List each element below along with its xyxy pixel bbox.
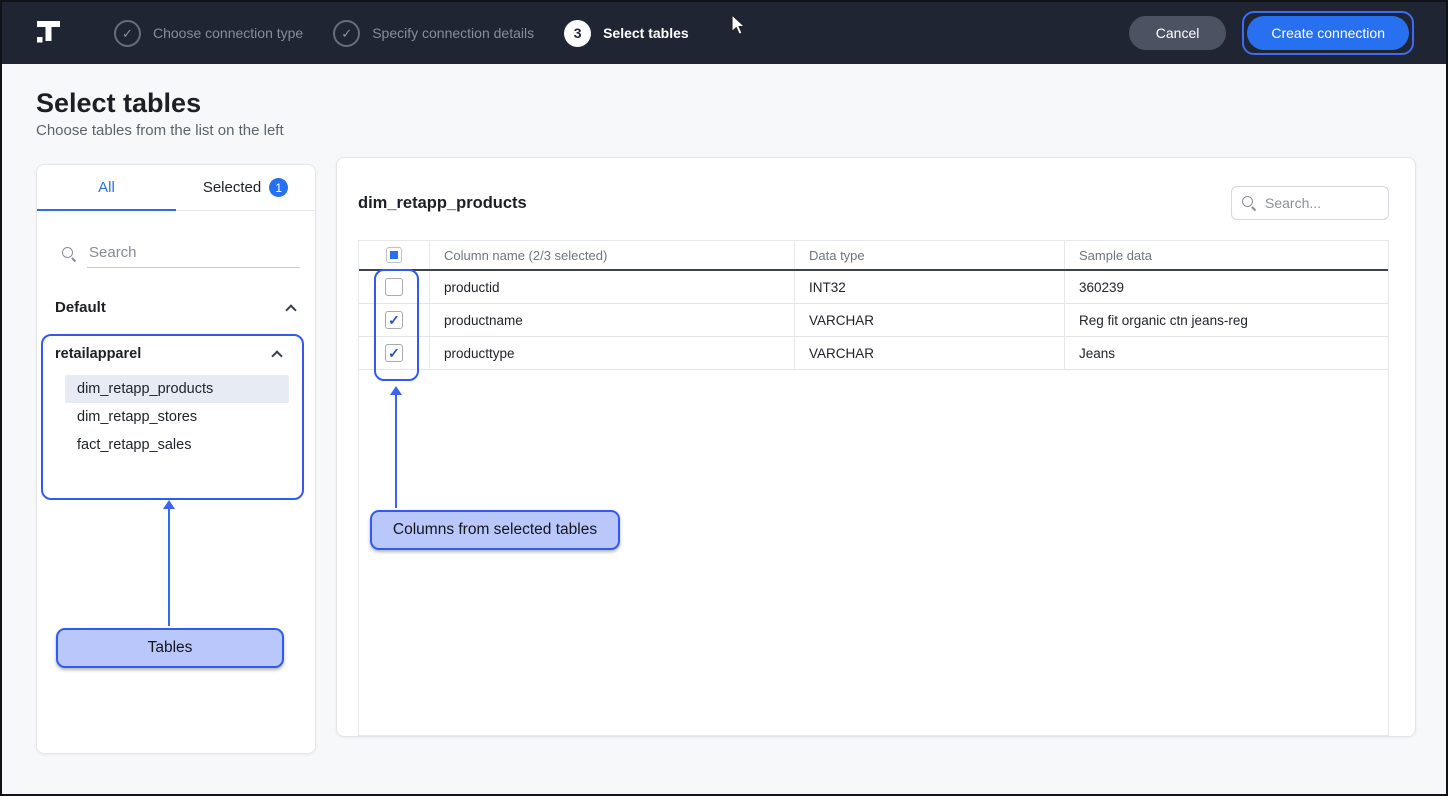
tab-selected-label: Selected: [203, 179, 261, 196]
table-item-fact-retapp-sales[interactable]: fact_retapp_sales: [65, 431, 289, 459]
check-icon: [341, 25, 352, 42]
step-choose-connection-type[interactable]: Choose connection type: [114, 20, 303, 47]
step-1-circle: [114, 20, 141, 47]
step-2-circle: [333, 20, 360, 47]
select-all-checkbox[interactable]: [386, 247, 402, 263]
row-checkbox-cell: [359, 337, 429, 369]
page-subtitle: Choose tables from the list on the left: [36, 122, 284, 139]
columns-panel: dim_retapp_products Column name (2/3 sel…: [336, 157, 1416, 737]
chevron-up-icon: [271, 350, 282, 361]
tables-callout: Tables: [56, 628, 284, 668]
annotation-arrow-head: [390, 386, 402, 395]
columns-search-input[interactable]: [1265, 195, 1378, 211]
sample-data-cell: Reg fit organic ctn jeans-reg: [1064, 304, 1388, 336]
page-title: Select tables: [36, 88, 201, 119]
connection-wizard-screen: Choose connection type Specify connectio…: [0, 0, 1448, 796]
step-specify-connection-details[interactable]: Specify connection details: [333, 20, 534, 47]
tab-selected[interactable]: Selected 1: [176, 165, 315, 210]
step-3-label: Select tables: [603, 25, 689, 41]
row-checkbox-productname[interactable]: [385, 311, 403, 329]
header-sample-data: Sample data: [1064, 241, 1388, 269]
header-data-type: Data type: [794, 241, 1064, 269]
tables-panel-tabs: All Selected 1: [37, 165, 315, 211]
tables-search: [62, 241, 300, 268]
database-group-default[interactable]: Default: [55, 299, 295, 316]
row-checkbox-productid[interactable]: [385, 278, 403, 296]
data-type-cell: VARCHAR: [794, 304, 1064, 336]
table-row: productid INT32 360239: [359, 271, 1388, 304]
annotation-arrow: [395, 395, 397, 508]
step-1-label: Choose connection type: [153, 25, 303, 41]
sample-data-cell: Jeans: [1064, 337, 1388, 369]
chevron-up-icon: [285, 304, 296, 315]
schema-name-label: retailapparel: [55, 346, 141, 362]
tab-all-label: All: [98, 179, 115, 196]
row-checkbox-cell: [359, 271, 429, 303]
row-checkbox-cell: [359, 304, 429, 336]
table-list: dim_retapp_products dim_retapp_stores fa…: [65, 375, 289, 459]
table-item-dim-retapp-products[interactable]: dim_retapp_products: [65, 375, 289, 403]
schema-retailapparel[interactable]: retailapparel: [55, 346, 281, 362]
column-name-cell: producttype: [429, 337, 794, 369]
step-select-tables[interactable]: 3 Select tables: [564, 20, 689, 47]
search-icon: [1242, 196, 1257, 211]
step-3-circle: 3: [564, 20, 591, 47]
topbar: Choose connection type Specify connectio…: [2, 2, 1446, 64]
table-item-dim-retapp-stores[interactable]: dim_retapp_stores: [65, 403, 289, 431]
wizard-steps: Choose connection type Specify connectio…: [114, 20, 689, 47]
step-2-label: Specify connection details: [372, 25, 534, 41]
columns-table: Column name (2/3 selected) Data type Sam…: [358, 240, 1389, 736]
row-checkbox-producttype[interactable]: [385, 344, 403, 362]
selected-table-title: dim_retapp_products: [358, 194, 527, 213]
database-group-label: Default: [55, 299, 106, 316]
annotation-arrow: [168, 509, 170, 626]
tables-search-input[interactable]: [87, 241, 300, 268]
data-type-cell: INT32: [794, 271, 1064, 303]
columns-callout: Columns from selected tables: [370, 510, 620, 550]
create-connection-button[interactable]: Create connection: [1247, 16, 1409, 50]
sample-data-cell: 360239: [1064, 271, 1388, 303]
data-type-cell: VARCHAR: [794, 337, 1064, 369]
column-name-cell: productname: [429, 304, 794, 336]
annotation-arrow-head: [163, 500, 175, 509]
table-row: productname VARCHAR Reg fit organic ctn …: [359, 304, 1388, 337]
create-connection-focus-ring: Create connection: [1242, 11, 1414, 55]
tables-panel: All Selected 1 Default retailapparel dim…: [36, 164, 316, 754]
header-checkbox-cell: [359, 241, 429, 269]
columns-table-header: Column name (2/3 selected) Data type Sam…: [359, 241, 1388, 271]
search-icon: [62, 247, 77, 262]
column-name-cell: productid: [429, 271, 794, 303]
table-row: producttype VARCHAR Jeans: [359, 337, 1388, 370]
columns-search: [1231, 186, 1389, 220]
selected-count-badge: 1: [269, 178, 288, 197]
tab-all[interactable]: All: [37, 165, 176, 210]
cancel-button[interactable]: Cancel: [1129, 16, 1227, 50]
header-column-name: Column name (2/3 selected): [429, 241, 794, 269]
thoughtspot-logo-icon: [34, 18, 64, 48]
topbar-actions: Cancel Create connection: [1129, 11, 1414, 55]
check-icon: [122, 25, 133, 42]
